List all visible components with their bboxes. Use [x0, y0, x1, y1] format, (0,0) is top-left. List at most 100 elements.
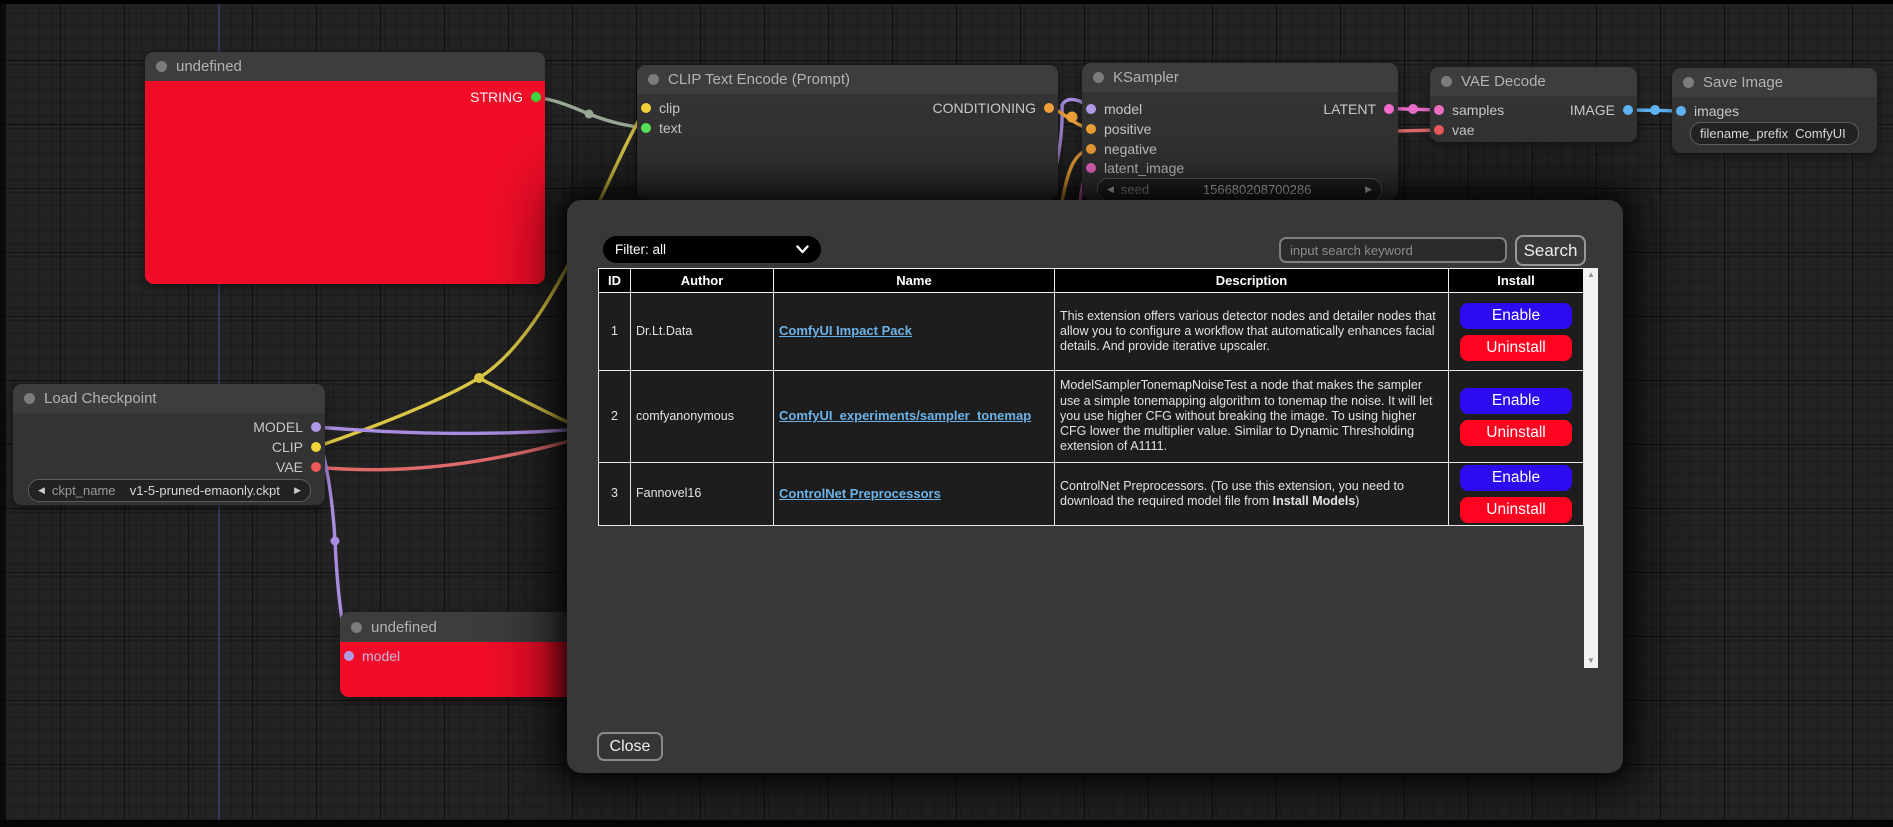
input-label: negative [1104, 141, 1157, 157]
reroute-dot-latent[interactable] [1408, 104, 1418, 114]
node-load-checkpoint-header[interactable]: Load Checkpoint [13, 384, 325, 413]
uninstall-button[interactable]: Uninstall [1460, 497, 1572, 523]
input-dot-clip[interactable] [641, 103, 651, 113]
node-load-checkpoint[interactable]: Load Checkpoint MODEL CLIP VAE ◀ ckpt_na… [13, 384, 325, 505]
cell-id: 2 [599, 371, 631, 463]
output-label: IMAGE [1570, 102, 1615, 118]
input-dot-images[interactable] [1676, 106, 1686, 116]
filter-select-value: Filter: all [615, 242, 796, 257]
output-dot-string[interactable] [531, 92, 541, 102]
node-undefined-bottom-header[interactable]: undefined [340, 612, 590, 642]
enable-button[interactable]: Enable [1460, 465, 1572, 491]
node-title: Save Image [1703, 74, 1783, 91]
extension-link[interactable]: ControlNet Preprocessors [779, 486, 941, 501]
extension-link[interactable]: ComfyUI Impact Pack [779, 323, 912, 338]
uninstall-button[interactable]: Uninstall [1460, 335, 1572, 361]
input-dot-model[interactable] [1086, 104, 1096, 114]
reroute-dot-image[interactable] [1650, 105, 1660, 115]
node-vae-decode[interactable]: VAE Decode samples vae IMAGE [1430, 67, 1637, 142]
search-input[interactable] [1279, 237, 1507, 263]
input-dot-positive[interactable] [1086, 124, 1096, 134]
cell-install: Enable Uninstall [1449, 371, 1584, 463]
output-label: CONDITIONING [933, 100, 1036, 116]
node-save-image[interactable]: Save Image images filename_prefix ComfyU… [1672, 68, 1877, 153]
output-dot-clip[interactable] [311, 442, 321, 452]
output-dot-model[interactable] [311, 422, 321, 432]
node-undefined-bottom-body: model [340, 642, 590, 697]
close-button[interactable]: Close [597, 732, 663, 761]
input-dot-latent-image[interactable] [1086, 163, 1096, 173]
input-label: clip [659, 100, 680, 116]
cell-description: ControlNet Preprocessors. (To use this e… [1055, 463, 1449, 526]
column-header: Install [1449, 269, 1584, 293]
chevron-down-icon [796, 245, 809, 254]
node-title: CLIP Text Encode (Prompt) [668, 71, 850, 88]
node-clip-text-encode[interactable]: CLIP Text Encode (Prompt) clip text COND… [637, 65, 1058, 200]
output-dot-latent[interactable] [1384, 104, 1394, 114]
node-undefined-top-header[interactable]: undefined [145, 52, 545, 81]
input-label: vae [1452, 122, 1475, 138]
input-label: text [659, 120, 682, 136]
decrement-arrow-icon[interactable]: ◀ [38, 486, 45, 495]
uninstall-button[interactable]: Uninstall [1460, 420, 1572, 446]
extensions-table-body: 1Dr.Lt.DataComfyUI Impact PackThis exten… [599, 293, 1584, 526]
node-status-dot [1441, 76, 1452, 87]
reroute-dot-conditioning[interactable] [1067, 112, 1078, 123]
input-label: model [1104, 101, 1142, 117]
cell-name: ControlNet Preprocessors [774, 463, 1055, 526]
extension-list-scroll-area: IDAuthorNameDescriptionInstall 1Dr.Lt.Da… [598, 268, 1597, 668]
table-row: 2comfyanonymousComfyUI_experiments/sampl… [599, 371, 1584, 463]
node-undefined-bottom[interactable]: undefined model [340, 612, 590, 697]
cell-install: Enable Uninstall [1449, 463, 1584, 526]
node-title: Load Checkpoint [44, 390, 157, 407]
node-undefined-top-body: STRING [145, 81, 545, 284]
enable-button[interactable]: Enable [1460, 388, 1572, 414]
reroute-dot-model[interactable] [331, 537, 340, 546]
increment-arrow-icon[interactable]: ▶ [294, 486, 301, 495]
input-dot-negative[interactable] [1086, 144, 1096, 154]
seed-widget[interactable]: ◀ seed 156680208700286 ▶ [1097, 178, 1382, 201]
decrement-arrow-icon[interactable]: ◀ [1107, 185, 1114, 194]
input-label: latent_image [1104, 160, 1184, 176]
input-dot-text[interactable] [641, 123, 651, 133]
node-save-image-header[interactable]: Save Image [1672, 68, 1877, 97]
extension-manager-dialog: Filter: all Search IDAuthorNameDescripti… [567, 200, 1623, 773]
window-edge-bottom [0, 820, 1893, 827]
output-dot-conditioning[interactable] [1044, 103, 1054, 113]
table-header-row: IDAuthorNameDescriptionInstall [599, 269, 1584, 293]
node-clip-text-encode-header[interactable]: CLIP Text Encode (Prompt) [637, 65, 1058, 94]
cell-id: 3 [599, 463, 631, 526]
table-scrollbar[interactable]: ▲ ▼ [1584, 268, 1598, 668]
input-dot-model[interactable] [344, 651, 354, 661]
node-title: undefined [371, 619, 437, 636]
filter-select[interactable]: Filter: all [603, 236, 821, 263]
output-dot-vae[interactable] [311, 462, 321, 472]
cell-name: ComfyUI_experiments/sampler_tonemap [774, 371, 1055, 463]
reroute-dot-string[interactable] [585, 110, 594, 119]
output-label: LATENT [1323, 101, 1376, 117]
node-clip-text-encode-body: clip text CONDITIONING [637, 94, 1058, 200]
column-header: Description [1055, 269, 1449, 293]
node-undefined-top[interactable]: undefined STRING [145, 52, 545, 284]
input-dot-samples[interactable] [1434, 105, 1444, 115]
output-dot-image[interactable] [1623, 105, 1633, 115]
input-dot-vae[interactable] [1434, 125, 1444, 135]
node-vae-decode-body: samples vae IMAGE [1430, 96, 1637, 142]
increment-arrow-icon[interactable]: ▶ [1365, 185, 1372, 194]
widget-value: v1-5-pruned-emaonly.ckpt [123, 483, 288, 498]
node-status-dot [156, 61, 167, 72]
output-label: CLIP [272, 439, 303, 455]
scrollbar-up-arrow-icon[interactable]: ▲ [1584, 268, 1598, 282]
extensions-table: IDAuthorNameDescriptionInstall 1Dr.Lt.Da… [598, 268, 1584, 526]
enable-button[interactable]: Enable [1460, 303, 1572, 329]
extension-link[interactable]: ComfyUI_experiments/sampler_tonemap [779, 408, 1031, 423]
scrollbar-down-arrow-icon[interactable]: ▼ [1584, 654, 1598, 668]
filename-prefix-widget[interactable]: filename_prefix ComfyUI [1690, 122, 1859, 145]
ckpt-name-widget[interactable]: ◀ ckpt_name v1-5-pruned-emaonly.ckpt ▶ [28, 479, 311, 502]
node-ksampler-header[interactable]: KSampler [1082, 63, 1398, 92]
node-vae-decode-header[interactable]: VAE Decode [1430, 67, 1637, 96]
search-button[interactable]: Search [1515, 235, 1586, 266]
node-ksampler[interactable]: KSampler model positive negative latent_… [1082, 63, 1398, 200]
node-title: undefined [176, 58, 242, 75]
node-status-dot [1683, 77, 1694, 88]
